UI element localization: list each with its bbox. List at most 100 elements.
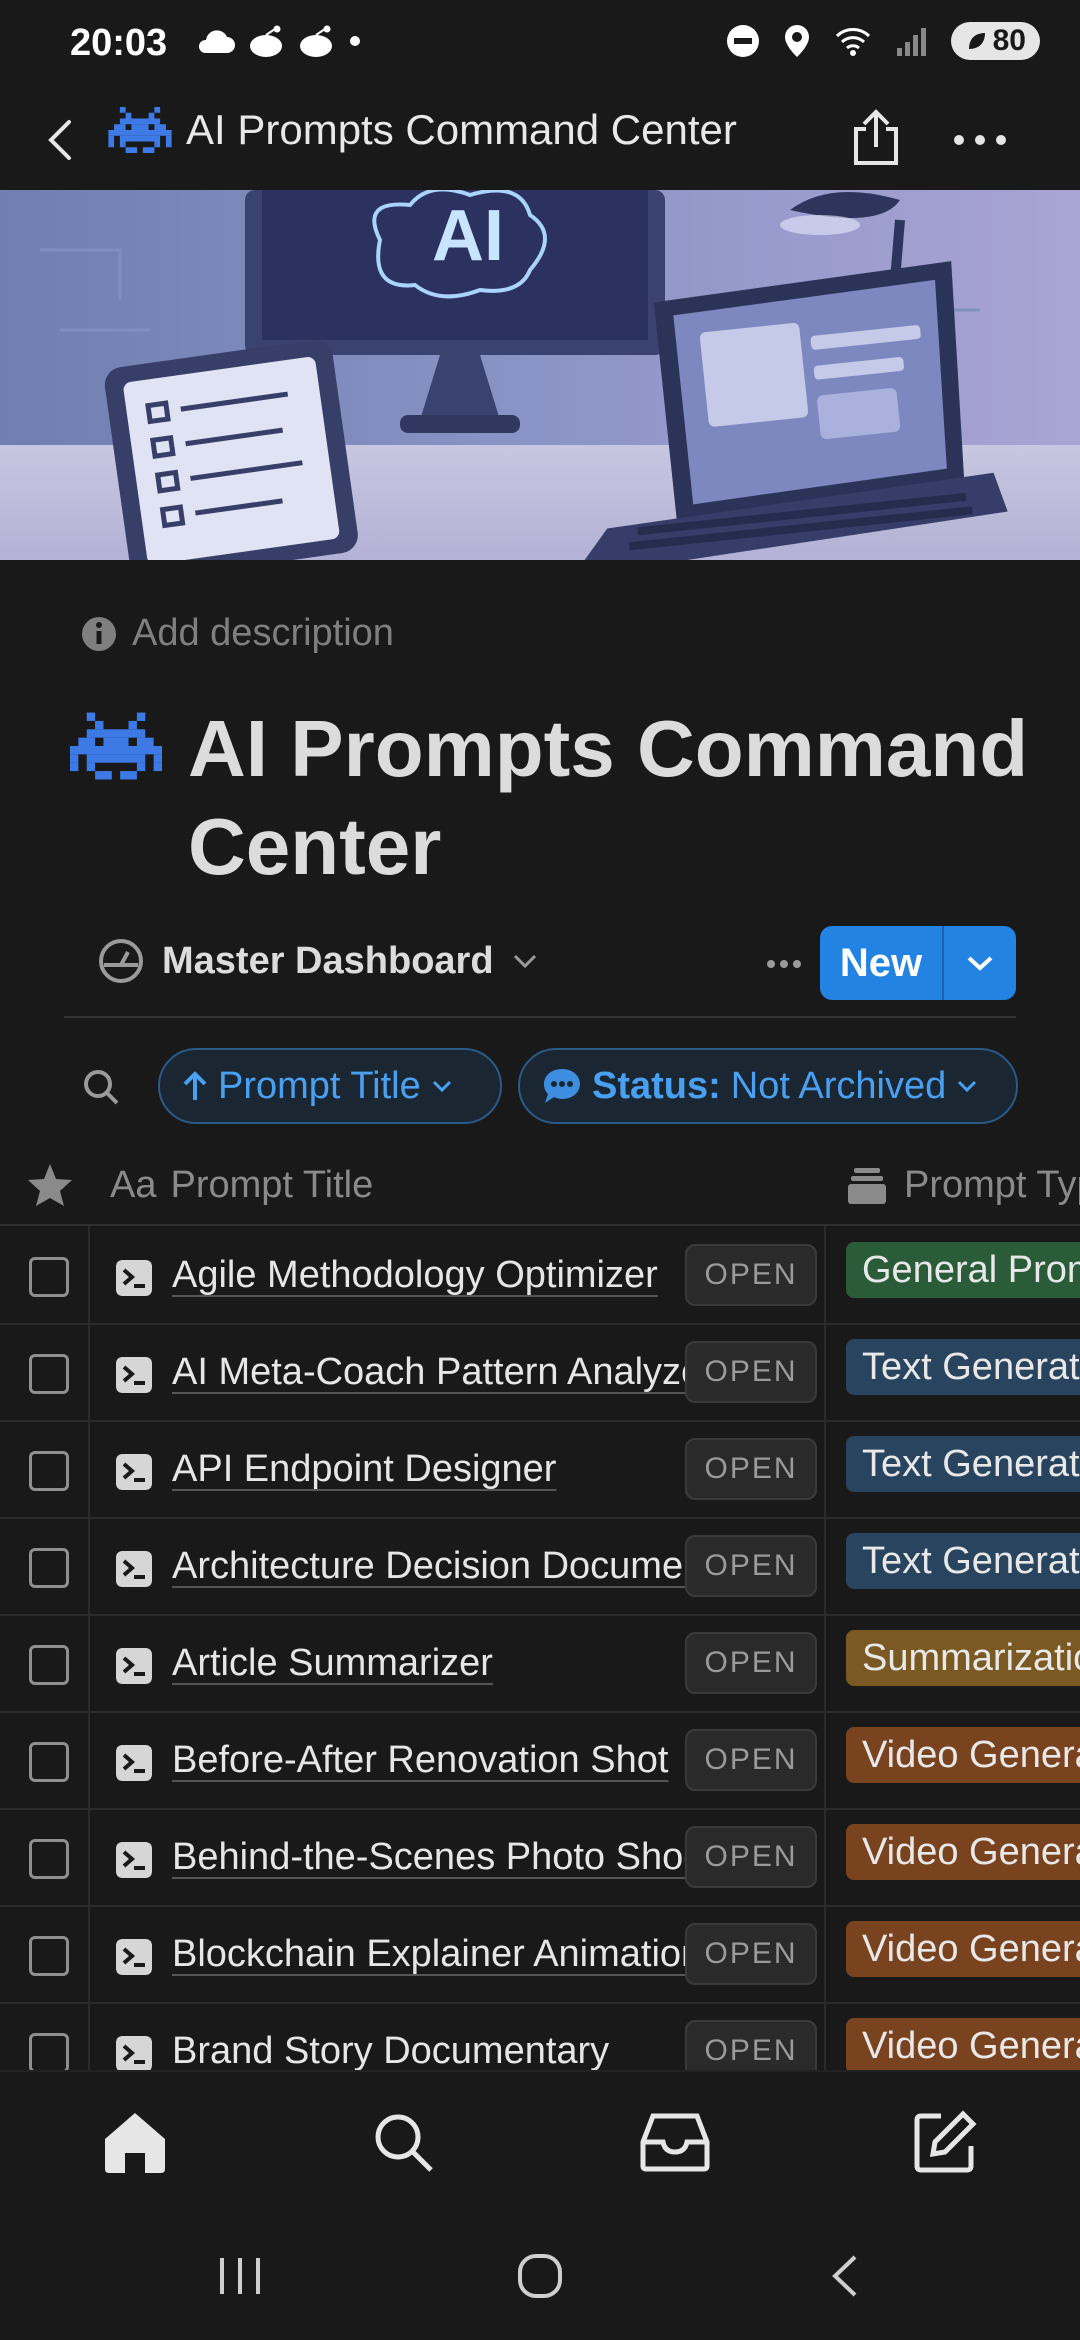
- view-selector[interactable]: Master Dashboard: [98, 938, 538, 984]
- row-title[interactable]: Article Summarizer: [172, 1642, 692, 1685]
- nav-title-group[interactable]: AI Prompts Command Center: [108, 106, 737, 154]
- row-title[interactable]: AI Meta-Coach Pattern Analyzer: [172, 1351, 692, 1394]
- row-checkbox[interactable]: [29, 1548, 69, 1588]
- new-options-button[interactable]: [944, 926, 1016, 1000]
- table-row[interactable]: Article SummarizerOPEN Summarization: [0, 1616, 1080, 1713]
- chevron-left-icon: [48, 120, 71, 160]
- row-title[interactable]: Architecture Decision Document: [172, 1545, 692, 1588]
- table-row[interactable]: Architecture Decision Document OPEN Text G…: [0, 1519, 1080, 1616]
- open-button[interactable]: OPEN: [685, 2020, 817, 2070]
- prompt-type-tag[interactable]: Text Generation: [846, 1339, 1080, 1395]
- open-button[interactable]: OPEN: [685, 1244, 817, 1306]
- open-button[interactable]: OPEN: [685, 1535, 817, 1597]
- row-title[interactable]: API Endpoint Designer: [172, 1448, 692, 1491]
- filter-bar: Prompt Title Status: Not Archived: [0, 1048, 1080, 1126]
- row-checkbox[interactable]: [29, 2033, 69, 2070]
- type-column-header[interactable]: Prompt Type: [848, 1164, 1080, 1207]
- page-title[interactable]: AI Prompts Command Center: [188, 700, 1050, 896]
- open-button[interactable]: OPEN: [685, 1341, 817, 1403]
- compose-icon: [914, 2110, 977, 2173]
- row-checkbox[interactable]: [29, 1354, 69, 1394]
- home-button[interactable]: [500, 2246, 580, 2306]
- open-button[interactable]: OPEN: [685, 1632, 817, 1694]
- table-row[interactable]: API Endpoint DesignerOPEN Text Generation: [0, 1422, 1080, 1519]
- compose-tab[interactable]: [900, 2102, 990, 2182]
- row-checkbox[interactable]: [29, 1645, 69, 1685]
- prompt-type-tag[interactable]: Text Generation: [846, 1436, 1080, 1492]
- cover-ai-text: AI: [432, 196, 504, 276]
- view-options-button[interactable]: [744, 936, 824, 992]
- chevron-down-icon: [967, 956, 993, 971]
- terminal-icon: [116, 1551, 152, 1587]
- system-icons: 80: [725, 22, 1040, 60]
- table-row[interactable]: AI Meta-Coach Pattern Analyzer OPEN Text G…: [0, 1325, 1080, 1422]
- open-button[interactable]: OPEN: [685, 1826, 817, 1888]
- search-button[interactable]: [82, 1068, 120, 1111]
- row-checkbox[interactable]: [29, 1257, 69, 1297]
- terminal-icon: [116, 2036, 152, 2070]
- recents-button[interactable]: [200, 2246, 280, 2306]
- terminal-icon: [116, 1939, 152, 1975]
- space-invader-icon[interactable]: [70, 712, 162, 780]
- dot-icon: [350, 36, 360, 46]
- prompt-type-tag[interactable]: Video Generation: [846, 2018, 1080, 2070]
- search-tab[interactable]: [358, 2102, 448, 2182]
- sort-chip[interactable]: Prompt Title: [158, 1048, 502, 1124]
- text-property-icon: Aa: [110, 1164, 157, 1206]
- row-title[interactable]: Blockchain Explainer Animation: [172, 1933, 692, 1976]
- prompt-type-tag[interactable]: Text Generation: [846, 1533, 1080, 1589]
- row-title[interactable]: Brand Story Documentary: [172, 2030, 692, 2070]
- home-tab[interactable]: [90, 2102, 180, 2182]
- prompt-type-tag[interactable]: Video Generation: [846, 1727, 1080, 1783]
- chevron-left-icon: [832, 2255, 857, 2297]
- wifi-icon: [835, 28, 870, 56]
- star-icon: [28, 1164, 72, 1206]
- row-title[interactable]: Agile Methodology Optimizer: [172, 1254, 692, 1297]
- prompt-type-tag[interactable]: Video Generation: [846, 1824, 1080, 1880]
- inbox-tab[interactable]: [630, 2102, 720, 2182]
- system-back-button[interactable]: [804, 2246, 884, 2306]
- new-button[interactable]: New: [820, 926, 944, 1000]
- row-checkbox[interactable]: [29, 1742, 69, 1782]
- sort-chip-label: Prompt Title: [218, 1064, 421, 1107]
- row-title[interactable]: Behind-the-Scenes Photo Shoot: [172, 1836, 692, 1879]
- top-navigation: AI Prompts Command Center: [0, 90, 1080, 190]
- terminal-icon: [116, 1454, 152, 1490]
- table-row[interactable]: Before-After Renovation Shot OPEN Video Ge…: [0, 1713, 1080, 1810]
- favorite-column-header[interactable]: [26, 1162, 74, 1213]
- view-name: Master Dashboard: [162, 939, 494, 982]
- add-description-button[interactable]: Add description: [80, 612, 394, 655]
- status-filter-chip[interactable]: Status: Not Archived: [518, 1048, 1018, 1124]
- cover-image[interactable]: AI: [0, 190, 1080, 560]
- title-column-label: Prompt Title: [170, 1164, 374, 1206]
- prompt-type-tag[interactable]: Video Generation: [846, 1921, 1080, 1977]
- status-filter-key: Status:: [592, 1064, 721, 1107]
- open-button[interactable]: OPEN: [685, 1438, 817, 1500]
- table-row[interactable]: Agile Methodology Optimizer OPEN General P…: [0, 1228, 1080, 1325]
- table-row[interactable]: Blockchain Explainer Animation OPEN Video …: [0, 1907, 1080, 2004]
- prompt-type-tag[interactable]: General Prompt: [846, 1242, 1080, 1298]
- terminal-icon: [116, 1260, 152, 1296]
- recents-icon: [220, 2258, 260, 2294]
- do-not-disturb-icon: [726, 25, 759, 57]
- share-button[interactable]: [840, 98, 912, 178]
- back-button[interactable]: [28, 108, 92, 172]
- column-divider: [88, 1226, 90, 2070]
- row-title[interactable]: Before-After Renovation Shot: [172, 1739, 692, 1782]
- table-row[interactable]: Brand Story DocumentaryOPEN Video Generat…: [0, 2004, 1080, 2070]
- battery-leaf-icon: [968, 33, 985, 49]
- row-checkbox[interactable]: [29, 1451, 69, 1491]
- row-checkbox[interactable]: [29, 1839, 69, 1879]
- chevron-down-icon: [958, 1080, 977, 1093]
- cloud-icon: [198, 30, 235, 53]
- open-button[interactable]: OPEN: [685, 1923, 817, 1985]
- row-checkbox[interactable]: [29, 1936, 69, 1976]
- battery-indicator: 80: [950, 22, 1040, 60]
- view-bar: Master Dashboard New: [64, 922, 1016, 1018]
- prompt-type-tag[interactable]: Summarization: [846, 1630, 1080, 1686]
- chevron-down-icon: [513, 954, 536, 969]
- title-column-header[interactable]: Aa Prompt Title: [110, 1164, 373, 1207]
- open-button[interactable]: OPEN: [685, 1729, 817, 1791]
- more-options-button[interactable]: [940, 100, 1020, 180]
- table-row[interactable]: Behind-the-Scenes Photo Shoot OPEN Video G…: [0, 1810, 1080, 1907]
